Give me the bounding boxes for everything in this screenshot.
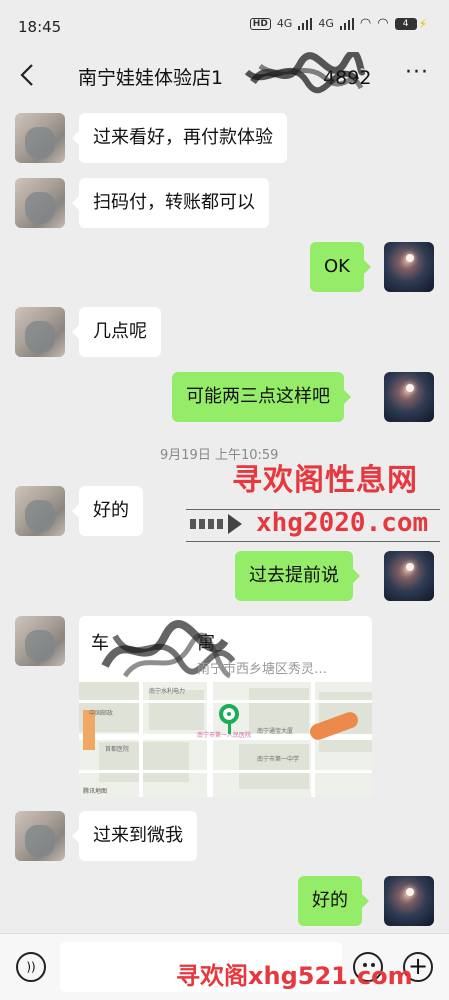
map-label: 南宁通宝大厦 — [257, 728, 294, 735]
map-label: 南宁市第一中学 — [257, 756, 300, 763]
hd-icon: HD — [249, 17, 271, 30]
map-label: 中国邮政 — [89, 710, 114, 717]
voice-icon[interactable]: )) — [16, 952, 46, 982]
message-bubble-out[interactable]: 好的 — [298, 876, 369, 926]
wifi-icon: ◠ — [359, 16, 372, 31]
contact-avatar[interactable] — [15, 486, 65, 536]
watermark-bottom: 寻欢阁xhg521.com — [176, 962, 413, 990]
user-avatar[interactable] — [384, 242, 434, 292]
message-bubble-out[interactable]: 过去提前说 — [235, 551, 360, 601]
battery-icon: 4 ⚡ — [394, 17, 427, 31]
map-label: 首都医院 — [105, 746, 130, 753]
scribble-redaction — [245, 52, 365, 94]
watermark-url: xhg2020.com — [256, 508, 429, 538]
wifi-icon-2: ◠ — [377, 16, 389, 31]
location-card[interactable]: 车寓 南宁市西乡塘区秀灵… 南宁水利电力 中国邮政 南宁市第一人民医院 南宁通宝… — [79, 616, 372, 797]
signal-icon — [298, 17, 313, 30]
network-4g-label-2: 4G — [318, 17, 334, 30]
message-bubble-in[interactable]: 过来到微我 — [72, 811, 197, 861]
map-pin-stem — [228, 722, 231, 734]
chat-header: 南宁娃娃体验店1 4892 ··· — [0, 50, 449, 102]
contact-avatar[interactable] — [15, 307, 65, 357]
status-bar: 18:45 HD 4G 4G ◠ ◠ 4 ⚡ — [0, 0, 449, 50]
message-bubble-in[interactable]: 几点呢 — [72, 307, 161, 357]
location-address: 南宁市西乡塘区秀灵… — [197, 662, 328, 677]
watermark-text: 寻欢阁性息网 — [232, 463, 418, 498]
user-avatar[interactable] — [384, 551, 434, 601]
message-bubble-in[interactable]: 好的 — [72, 486, 143, 536]
message-bubble-out[interactable]: OK — [310, 242, 371, 292]
map-preview[interactable]: 南宁水利电力 中国邮政 南宁市第一人民医院 南宁通宝大厦 首都医院 南宁市第一中… — [79, 682, 372, 797]
map-pin-icon — [219, 704, 239, 724]
contact-avatar[interactable] — [15, 178, 65, 228]
watermark-divider — [186, 541, 440, 542]
message-bubble-in[interactable]: 扫码付，转账都可以 — [72, 178, 269, 228]
message-bubble-in[interactable]: 过来看好，再付款体验 — [72, 113, 287, 163]
map-provider-logo: 腾讯地图 — [83, 788, 108, 795]
chevron-left-icon[interactable] — [14, 60, 44, 90]
user-avatar[interactable] — [384, 876, 434, 926]
map-label: 南宁水利电力 — [149, 688, 186, 695]
contact-avatar[interactable] — [15, 113, 65, 163]
network-4g-label: 4G — [276, 17, 293, 30]
more-options-icon[interactable]: ··· — [405, 60, 429, 85]
user-avatar[interactable] — [384, 372, 434, 422]
map-label: 南宁市第一人民医院 — [197, 732, 252, 739]
status-icons: HD 4G 4G ◠ ◠ 4 ⚡ — [249, 16, 427, 31]
status-time: 18:45 — [18, 18, 62, 36]
message-bubble-out[interactable]: 可能两三点这样吧 — [172, 372, 351, 422]
contact-avatar[interactable] — [15, 616, 65, 666]
watermark-arrow-icon — [190, 514, 245, 534]
signal-icon-2 — [339, 17, 354, 30]
contact-avatar[interactable] — [15, 811, 65, 861]
